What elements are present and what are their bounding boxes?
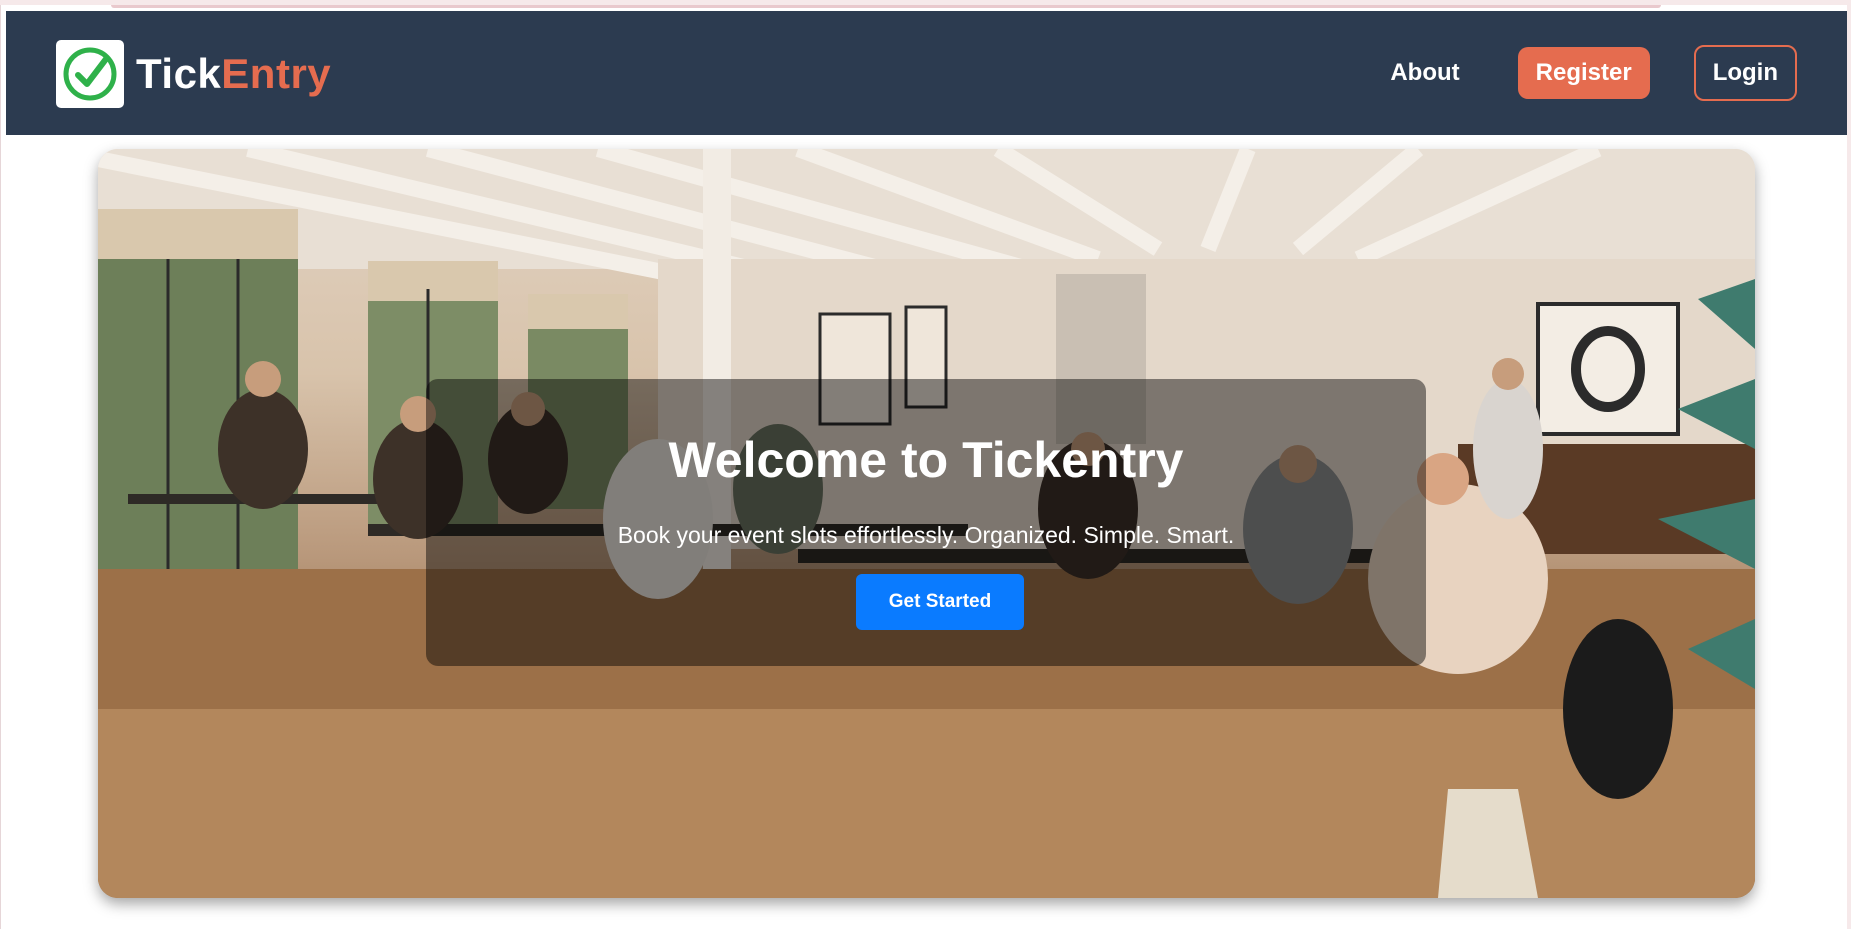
hero-title: Welcome to Tickentry	[668, 432, 1184, 488]
login-button[interactable]: Login	[1693, 45, 1797, 101]
top-strip	[111, 5, 1661, 8]
hero-banner: Welcome to Tickentry Book your event slo…	[98, 149, 1755, 898]
get-started-button[interactable]: Get Started	[856, 574, 1024, 630]
brand-name-part2: Entry	[221, 50, 332, 97]
brand[interactable]: TickEntry	[56, 39, 331, 109]
about-link[interactable]: About	[1390, 59, 1459, 87]
nav-links: About Register Login	[1390, 45, 1797, 101]
checkmark-circle-icon	[56, 40, 124, 108]
register-button[interactable]: Register	[1517, 47, 1650, 99]
brand-name-part1: Tick	[136, 50, 222, 97]
hero-subtitle: Book your event slots effortlessly. Orga…	[617, 522, 1235, 548]
hero-overlay: Welcome to Tickentry Book your event slo…	[426, 379, 1426, 666]
page: TickEntry About Register Login Welcome t…	[0, 5, 1847, 929]
brand-name: TickEntry	[136, 50, 331, 98]
navbar: TickEntry About Register Login	[6, 11, 1847, 135]
